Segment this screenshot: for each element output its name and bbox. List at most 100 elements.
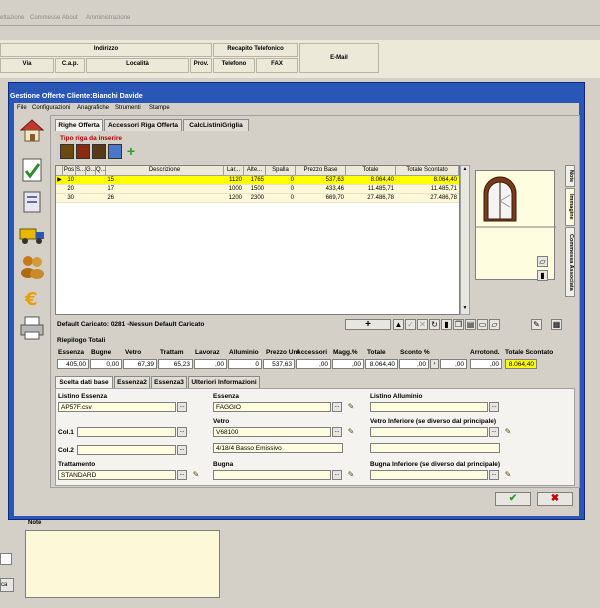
col1-field[interactable] <box>77 427 176 437</box>
bugna-field[interactable] <box>213 470 331 480</box>
vetro-browse-button[interactable]: ... <box>332 427 342 437</box>
bugna-inferiore-field[interactable] <box>370 470 488 480</box>
bugna-inferiore-brush-icon[interactable]: ✎ <box>503 470 513 480</box>
cancel-button[interactable]: ✖ <box>537 492 573 506</box>
menu-file[interactable]: File <box>17 105 27 111</box>
table-row[interactable]: 30 26 1200 2300 0 669,70 27.486,78 27.48… <box>56 194 459 203</box>
vetro-total-field[interactable]: 67,39 <box>123 359 157 369</box>
trattamento-field[interactable]: STANDARD <box>58 470 176 480</box>
essenza-total-field[interactable]: 405,00 <box>57 359 89 369</box>
home-icon[interactable] <box>18 117 46 143</box>
printer-icon[interactable] <box>18 315 46 341</box>
bg-menu-item[interactable]: ettazione <box>0 15 24 21</box>
bugne-total-field[interactable]: 0,00 <box>90 359 122 369</box>
add-row-button[interactable]: + <box>345 319 391 330</box>
table-row[interactable]: ▶ 10 15 1120 1765 0 537,63 8.064,40 8.06… <box>56 176 459 185</box>
prezzo-uni-field[interactable]: 537,63 <box>263 359 295 369</box>
menu-stampe[interactable]: Stampe <box>149 105 170 111</box>
essenza-browse-button[interactable]: ... <box>332 402 342 412</box>
vetro-brush-icon[interactable]: ✎ <box>346 427 356 437</box>
bugna-inferiore-browse-button[interactable]: ... <box>489 470 499 480</box>
bg-menu-item[interactable]: Commesse <box>30 15 60 21</box>
trattamento-browse-button[interactable]: ... <box>177 470 187 480</box>
refresh-icon[interactable]: ↻ <box>429 319 440 330</box>
door-type-icon[interactable] <box>76 144 90 159</box>
open-folder-icon[interactable]: ▱ <box>489 319 500 330</box>
truck-icon[interactable] <box>18 221 46 247</box>
lavoraz-total-field[interactable]: ,00 <box>194 359 227 369</box>
vetro-field[interactable]: V68100 <box>213 427 331 437</box>
trattam-total-field[interactable]: 65,23 <box>158 359 193 369</box>
accessori-total-field[interactable]: ,00 <box>296 359 331 369</box>
essenza-brush-icon[interactable]: ✎ <box>346 402 356 412</box>
cancel-row-icon[interactable]: ✕ <box>417 319 428 330</box>
copy-icon[interactable]: ❐ <box>453 319 464 330</box>
add-row-icon[interactable]: + <box>124 144 138 159</box>
trash-icon[interactable]: ▮ <box>441 319 452 330</box>
bg-menu-item[interactable]: About <box>62 15 78 21</box>
vetro-inferiore-browse-button[interactable]: ... <box>489 427 499 437</box>
move-up-icon[interactable]: ▲ <box>393 319 404 330</box>
col-header-descrizione[interactable]: Descrizione <box>106 166 224 176</box>
col-header-larghezza[interactable]: Lar... <box>224 166 244 176</box>
scroll-down-icon[interactable]: ▼ <box>461 305 469 313</box>
calculator-icon[interactable]: ▦ <box>551 319 562 330</box>
bugna-browse-button[interactable]: ... <box>332 470 342 480</box>
col-header-prezzo-base[interactable]: Prezzo Base <box>296 166 346 176</box>
listino-essenza-browse-button[interactable]: ... <box>177 402 187 412</box>
bg-action-button[interactable]: ca <box>0 578 14 592</box>
col1-browse-button[interactable]: ... <box>177 427 187 437</box>
euro-icon[interactable]: € <box>18 285 46 311</box>
totale-field[interactable]: 8.064,40 <box>365 359 398 369</box>
folder-icon[interactable]: ▭ <box>477 319 488 330</box>
grid-vertical-scrollbar[interactable]: ▲ ▼ <box>460 165 470 315</box>
sconto-value-field[interactable]: ,00 <box>440 359 467 369</box>
table-row[interactable]: 20 17 1000 1500 0 433,46 11.485,71 11.48… <box>56 185 459 194</box>
ok-button[interactable]: ✔ <box>495 492 531 506</box>
vetro-inferiore-field[interactable] <box>370 427 488 437</box>
sconto-field[interactable]: ,00 <box>399 359 429 369</box>
arrotond-field[interactable]: ,00 <box>470 359 502 369</box>
col-header-spalla[interactable]: Spalla <box>266 166 296 176</box>
col-header-s[interactable]: S... <box>76 166 86 176</box>
window-type-icon[interactable] <box>60 144 74 159</box>
menu-configurazioni[interactable]: Configurazioni <box>32 105 70 111</box>
side-tab-immagine[interactable]: Immagine <box>565 188 575 226</box>
col2-browse-button[interactable]: ... <box>177 445 187 455</box>
listino-essenza-field[interactable]: AP57F.csv <box>58 402 176 412</box>
open-image-icon[interactable]: ▱ <box>537 256 548 267</box>
scroll-up-icon[interactable]: ▲ <box>461 166 469 174</box>
col-header-totale[interactable]: Totale <box>346 166 396 176</box>
vetro-inferiore-brush-icon[interactable]: ✎ <box>503 427 513 437</box>
menu-strumenti[interactable]: Strumenti <box>115 105 141 111</box>
check-icon[interactable]: ✓ <box>405 319 416 330</box>
subtab-scelta-dati-base[interactable]: Scelta dati base <box>55 376 113 388</box>
subtab-essenza2[interactable]: Essenza2 <box>114 376 150 388</box>
paste-icon[interactable]: ▤ <box>465 319 476 330</box>
col-header-altezza[interactable]: Alte... <box>244 166 266 176</box>
vetro-description-field[interactable]: 4/18/4 Basso Emissivo <box>213 443 343 453</box>
brush-icon[interactable]: ✎ <box>531 319 542 330</box>
trattamento-brush-icon[interactable]: ✎ <box>191 470 201 480</box>
col-header-q[interactable]: Q... <box>96 166 106 176</box>
col-header-totale-scontato[interactable]: Totale Scontato <box>396 166 459 176</box>
totale-scontato-field[interactable]: 8.064,40 <box>505 359 537 369</box>
checklist-icon[interactable] <box>18 157 46 183</box>
glass-type-icon[interactable] <box>108 144 122 159</box>
col2-field[interactable] <box>77 445 176 455</box>
magg-field[interactable]: ,00 <box>332 359 364 369</box>
tab-accessori-riga[interactable]: Accessori Riga Offerta <box>104 119 182 131</box>
notes-textarea[interactable] <box>25 530 220 598</box>
shutter-type-icon[interactable] <box>92 144 106 159</box>
tab-calclistini[interactable]: CalcListiniGriglia <box>183 119 249 131</box>
side-tab-note[interactable]: Note <box>565 165 575 187</box>
side-tab-commessa[interactable]: Commessa Associata <box>565 227 575 297</box>
subtab-essenza3[interactable]: Essenza3 <box>151 376 187 388</box>
listino-alluminio-browse-button[interactable]: ... <box>489 402 499 412</box>
alluminio-total-field[interactable]: 0 <box>228 359 262 369</box>
bg-dropdown[interactable] <box>0 553 12 565</box>
listino-alluminio-field[interactable] <box>370 402 488 412</box>
essenza-field[interactable]: FAGGIO <box>213 402 331 412</box>
sconto-arrow-icon[interactable]: › <box>430 359 439 369</box>
subtab-ulteriori-info[interactable]: Ulteriori Informazioni <box>188 376 260 388</box>
